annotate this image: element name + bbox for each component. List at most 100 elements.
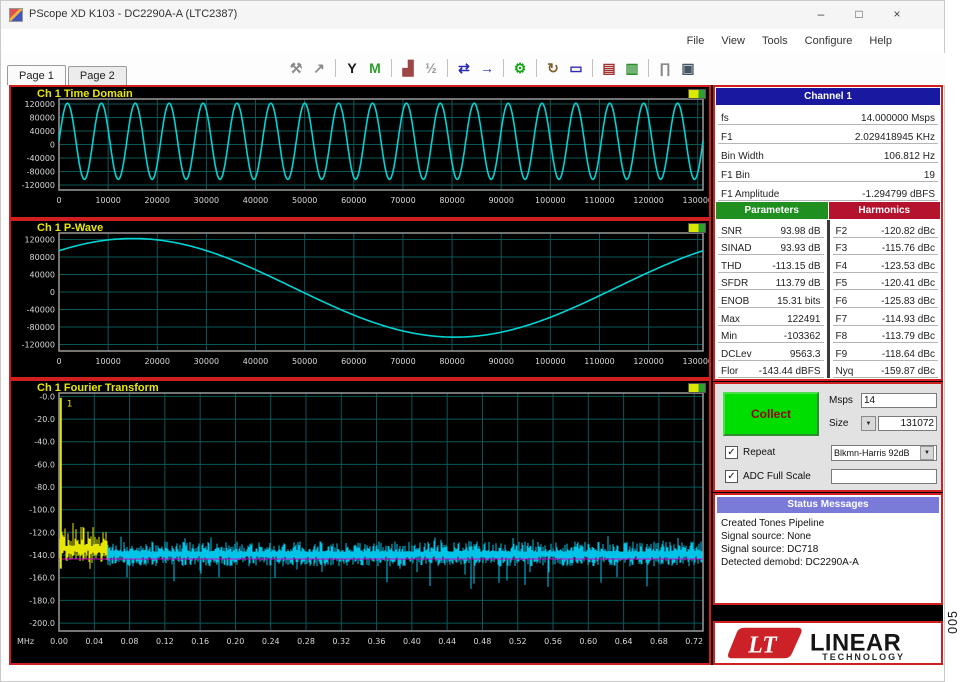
pan-tool-icon[interactable]: ⚒ [286, 57, 306, 78]
pulse-icon[interactable]: ∏ [655, 57, 675, 78]
close-button[interactable]: × [888, 5, 906, 23]
svg-text:90000: 90000 [488, 357, 513, 366]
zoom-tool-icon-glyph: ↗ [313, 59, 325, 76]
tab-page-2[interactable]: Page 2 [67, 66, 127, 85]
adc-full-scale-input[interactable] [831, 469, 937, 484]
parameter-row-label: Max [721, 313, 740, 325]
half-scale-icon[interactable]: ½ [421, 57, 441, 78]
parameters-header: Parameters [716, 202, 828, 219]
svg-text:20000: 20000 [145, 196, 170, 205]
tab-page-1[interactable]: Page 1 [7, 65, 66, 85]
export-green-icon[interactable]: ▥ [622, 57, 642, 78]
collect-panel: Collect Msps Size ✓ Repeat Blkmn-Harris … [713, 382, 943, 492]
menu-item-configure[interactable]: Configure [805, 35, 853, 47]
parameter-row-label: Flor [721, 366, 739, 378]
svg-text:20000: 20000 [145, 357, 170, 366]
zoom-tool-icon[interactable]: ↗ [309, 57, 329, 78]
half-scale-icon-glyph: ½ [425, 59, 437, 76]
harmonic-row-value: -123.53 dBc [881, 260, 935, 272]
window-function-value: Blkmn-Harris 92dB [834, 448, 910, 458]
status-panel: Status Messages Created Tones Pipeline Si… [713, 493, 943, 605]
filter-icon[interactable]: Y [342, 57, 362, 78]
channel-row-label: fs [721, 113, 729, 124]
window-title: PScope XD K103 - DC2290A-A (LTC2387) [29, 8, 238, 20]
svg-text:0.20: 0.20 [227, 637, 245, 646]
pan-tool-icon-glyph: ⚒ [289, 59, 303, 76]
toolbar: ⚒ ↗ Y M ▟ ½ ⇄ → ⚙ ↻ ▭ ▤ ▥ ∏ ▣ [286, 57, 698, 78]
svg-text:MHz: MHz [17, 637, 34, 646]
fit-horizontal-icon-glyph: ⇄ [458, 59, 470, 76]
harmonic-row-label: F9 [835, 348, 848, 360]
tools-icon[interactable]: ⚙ [510, 57, 530, 78]
fourier-transform-chart[interactable]: 1 MHz 0.00 0.04 0.08 0.12 0.16 0.20 0.24 0.28 0.32… [11, 381, 709, 663]
svg-text:120000: 120000 [24, 236, 55, 245]
p-wave-chart[interactable]: 0 10000 20000 30000 40000 50000 60000 70000 8000… [11, 221, 709, 377]
parameter-row-label: SFDR [721, 278, 749, 290]
rotate-icon[interactable]: ↻ [543, 57, 563, 78]
maximize-button[interactable]: □ [850, 5, 868, 23]
image-icon[interactable]: ▣ [678, 57, 698, 78]
size-input[interactable] [878, 416, 937, 431]
window-controls: – □ × [812, 5, 906, 23]
menu-item-view[interactable]: View [721, 35, 745, 47]
parameter-row: DCLev 9563.3 [718, 343, 824, 361]
window-function-combo[interactable]: Blkmn-Harris 92dB [831, 445, 937, 461]
minimize-button[interactable]: – [812, 5, 830, 23]
svg-text:10000: 10000 [95, 196, 120, 205]
logo-mark-text: LT [747, 633, 778, 659]
svg-text:40000: 40000 [243, 357, 268, 366]
time-domain-chart[interactable]: 0 10000 20000 30000 40000 50000 60000 70000 8000… [11, 87, 709, 217]
adc-full-scale-checkbox[interactable]: ✓ [725, 470, 738, 483]
harmonic-row: F4 -123.53 dBc [832, 255, 938, 273]
harmonic-row-label: F3 [835, 243, 848, 255]
parameter-row-label: Min [721, 331, 738, 343]
menu-item-help[interactable]: Help [869, 35, 892, 47]
filter-icon-glyph: Y [347, 59, 357, 76]
svg-text:0: 0 [50, 288, 55, 297]
msps-input[interactable] [861, 393, 937, 408]
logo-line2: TECHNOLOGY [822, 652, 905, 662]
p-wave-legend-chip[interactable] [688, 223, 706, 233]
repeat-checkbox[interactable]: ✓ [725, 446, 738, 459]
svg-text:0.04: 0.04 [85, 637, 103, 646]
parameter-row-value: 93.98 dB [780, 225, 821, 237]
window-function-dropdown-arrow[interactable] [920, 446, 934, 460]
svg-text:1: 1 [67, 400, 73, 410]
svg-text:100000: 100000 [535, 357, 566, 366]
parameter-row-value: 93.93 dB [780, 243, 821, 255]
toolbar-separator [536, 58, 537, 77]
app-icon [9, 8, 23, 22]
menu-item-file[interactable]: File [687, 35, 705, 47]
svg-text:0.00: 0.00 [50, 637, 68, 646]
arrow-right-icon[interactable]: → [477, 57, 497, 78]
svg-text:-120.0: -120.0 [29, 528, 55, 537]
svg-text:40000: 40000 [30, 127, 55, 136]
harmonic-row-label: F5 [835, 278, 848, 290]
histogram-green-icon[interactable]: M [365, 57, 385, 78]
histogram-red-icon[interactable]: ▟ [398, 57, 418, 78]
app-window: PScope XD K103 - DC2290A-A (LTC2387) – □… [0, 0, 946, 682]
size-dropdown-button[interactable] [861, 416, 876, 431]
fit-horizontal-icon[interactable]: ⇄ [454, 57, 474, 78]
svg-text:0.52: 0.52 [509, 637, 527, 646]
svg-text:0.60: 0.60 [579, 637, 597, 646]
time-domain-plot: Ch 1 Time Domain 0 10000 20000 30000 40000 50… [9, 85, 711, 219]
menu-item-tools[interactable]: Tools [762, 35, 788, 47]
fourier-legend-chip[interactable] [688, 383, 706, 393]
selection-icon[interactable]: ▭ [566, 57, 586, 78]
parameter-row-label: THD [721, 260, 742, 272]
linear-technology-logo: LT LINEAR TECHNOLOGY [727, 627, 905, 662]
harmonic-row-label: F2 [835, 225, 848, 237]
time-domain-legend-chip[interactable] [688, 89, 706, 99]
svg-text:30000: 30000 [194, 357, 219, 366]
svg-text:0.72: 0.72 [685, 637, 703, 646]
status-message: Created Tones Pipeline [721, 518, 825, 529]
parameter-row: Min -103362 [718, 326, 824, 344]
status-message: Detected demobd: DC2290A-A [721, 557, 859, 568]
adc-full-scale-label: ADC Full Scale [743, 471, 811, 482]
svg-text:130000: 130000 [682, 357, 709, 366]
collect-button[interactable]: Collect [723, 392, 819, 436]
harmonic-row-label: F8 [835, 331, 848, 343]
status-message: Signal source: None [721, 531, 812, 542]
export-red-icon[interactable]: ▤ [599, 57, 619, 78]
